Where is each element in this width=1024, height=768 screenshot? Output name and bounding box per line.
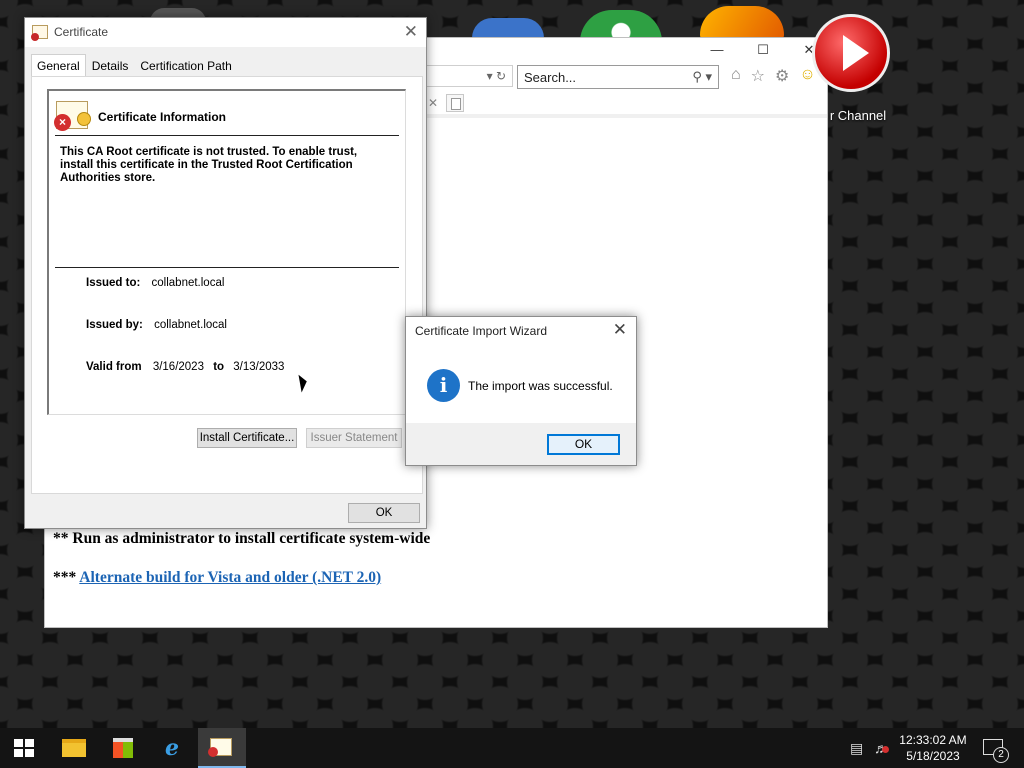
volume-muted-icon[interactable]: ♬ — [874, 740, 889, 756]
tab-details[interactable]: Details — [86, 54, 135, 76]
tab-certification-path[interactable]: Certification Path — [134, 54, 237, 76]
folder-icon — [62, 739, 86, 757]
trust-warning-message: This CA Root certificate is not trusted.… — [60, 146, 358, 184]
title-bar[interactable]: Certificate ✕ — [25, 18, 426, 47]
page-note-admin: ** Run as administrator to install certi… — [53, 530, 431, 547]
refresh-icon[interactable]: ↻ — [496, 69, 506, 83]
issued-to-row: Issued to: collabnet.local — [86, 277, 224, 289]
window-controls: — ☐ ✕ — [709, 42, 817, 58]
certificate-icon — [31, 25, 48, 41]
tab-bar: General Details Certification Path — [31, 54, 238, 77]
validity-row: Valid from 3/16/2023 to 3/13/2033 — [86, 361, 284, 373]
close-icon[interactable]: ✕ — [613, 320, 627, 340]
info-heading: Certificate Information — [98, 110, 227, 124]
home-icon[interactable]: ⌂ — [731, 66, 741, 86]
close-icon[interactable]: ✕ — [404, 22, 418, 42]
maximize-icon[interactable]: ☐ — [755, 42, 771, 58]
tab-general[interactable]: General — [31, 54, 86, 77]
desktop-icon-label[interactable]: r Channel — [818, 108, 898, 123]
page-note-alternate: *** Alternate build for Vista and older … — [53, 569, 381, 587]
browser-toolbar: ⌂ ☆ ⚙ ☺ — [731, 66, 816, 86]
issued-to-label: Issued to: — [86, 277, 141, 289]
clock[interactable]: 12:33:02 AM 5/18/2023 — [898, 732, 968, 764]
smiley-icon[interactable]: ☺ — [799, 66, 815, 86]
gear-icon[interactable]: ⚙ — [775, 66, 789, 86]
address-bar-icons: ▾ ↻ — [487, 69, 506, 83]
search-icon[interactable]: ⚲ ▾ — [692, 69, 712, 85]
valid-from-value: 3/16/2023 — [152, 361, 204, 373]
internet-explorer-button[interactable]: e — [148, 728, 196, 768]
install-certificate-button[interactable]: Install Certificate... — [197, 428, 297, 448]
store-icon — [113, 738, 133, 758]
valid-to-label: to — [213, 361, 225, 373]
windows-logo-icon — [14, 739, 34, 757]
file-explorer-button[interactable] — [50, 728, 98, 768]
issued-by-label: Issued by: — [86, 319, 143, 331]
valid-from-label: Valid from — [86, 361, 142, 373]
success-message: The import was successful. — [468, 379, 613, 393]
certificate-icon — [208, 738, 232, 757]
new-tab-icon[interactable] — [446, 94, 465, 112]
clock-date: 5/18/2023 — [906, 749, 960, 763]
info-icon: i — [427, 369, 460, 402]
dialog-title: Certificate — [54, 25, 109, 39]
ok-button[interactable]: OK — [348, 503, 420, 523]
import-wizard-dialog: Certificate Import Wizard ✕ i The import… — [405, 316, 637, 466]
issuer-statement-button: Issuer Statement — [306, 428, 402, 448]
issued-by-value: collabnet.local — [154, 319, 227, 331]
certificate-task-button[interactable] — [198, 728, 246, 768]
dialog-footer: OK — [406, 423, 636, 465]
network-icon[interactable]: ▤ — [850, 740, 863, 757]
certificate-info-box: × Certificate Information This CA Root c… — [47, 89, 406, 415]
page-note-prefix: *** — [53, 569, 80, 586]
favorites-star-icon[interactable]: ☆ — [751, 66, 765, 86]
tab-close-icon[interactable]: ✕ — [428, 96, 438, 110]
certificate-dialog: Certificate ✕ General Details Certificat… — [24, 17, 427, 529]
valid-to-value: 3/13/2033 — [233, 361, 285, 373]
dropdown-icon[interactable]: ▾ — [487, 69, 493, 83]
clock-time: 12:33:02 AM — [899, 733, 967, 747]
minimize-icon[interactable]: — — [709, 42, 725, 58]
certificate-error-icon: × — [54, 101, 91, 131]
dialog-title: Certificate Import Wizard — [415, 324, 548, 338]
issued-to-value: collabnet.local — [151, 277, 225, 289]
store-button[interactable] — [99, 728, 147, 768]
issued-by-row: Issued by: collabnet.local — [86, 319, 227, 331]
divider — [55, 135, 399, 136]
ok-button[interactable]: OK — [547, 434, 620, 455]
search-placeholder: Search... — [524, 70, 577, 85]
alternate-build-link[interactable]: Alternate build for Vista and older (.NE… — [79, 569, 381, 586]
notification-count-badge: 2 — [993, 747, 1009, 763]
search-input[interactable]: Search... ⚲ ▾ — [517, 65, 719, 89]
start-button[interactable] — [0, 728, 48, 768]
play-channel-icon[interactable] — [812, 14, 890, 92]
internet-explorer-icon: e — [165, 735, 179, 761]
taskbar: e ▤ ♬ 12:33:02 AM 5/18/2023 2 — [0, 728, 1024, 768]
divider — [55, 267, 399, 268]
tab-row: ✕ — [428, 94, 465, 112]
error-x-icon: × — [54, 114, 71, 131]
